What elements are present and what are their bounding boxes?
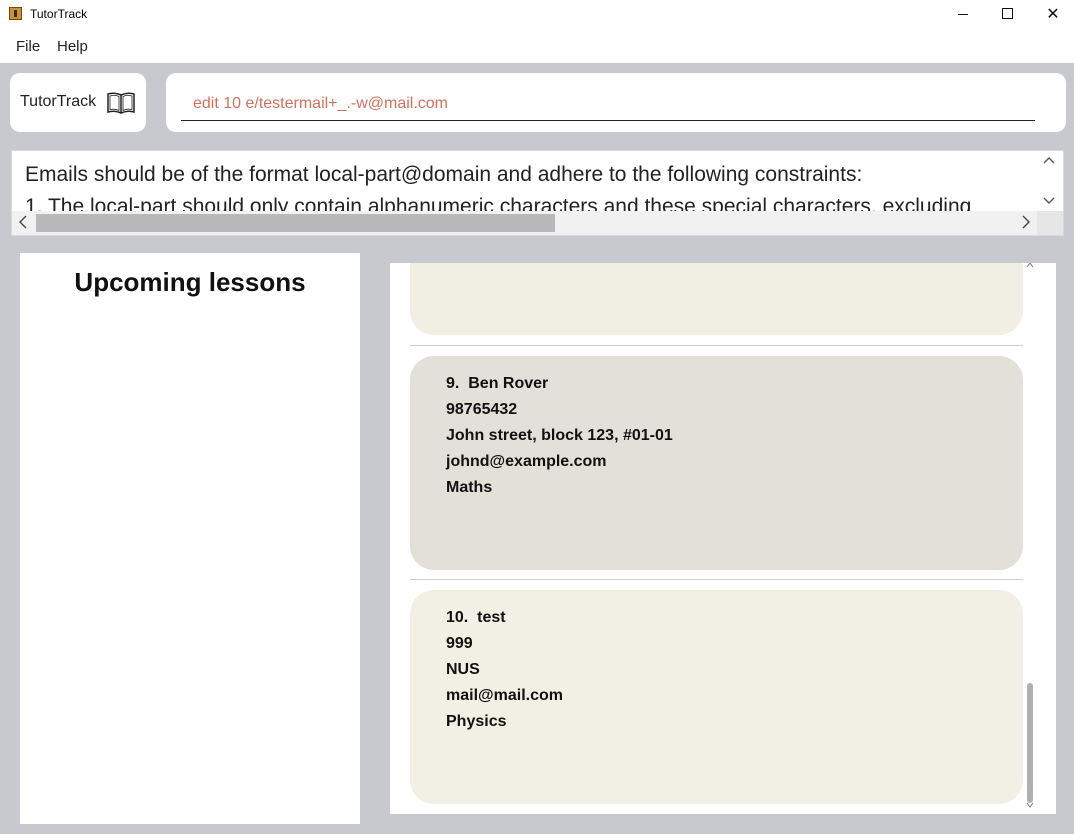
person-subject: Physics (446, 713, 507, 730)
person-email: mail@mail.com (446, 687, 563, 704)
result-display: Emails should be of the format local-par… (11, 150, 1064, 236)
person-address: John street, block 123, #01-01 (446, 427, 673, 444)
list-scroll-down-icon[interactable] (1026, 801, 1034, 809)
maximize-button[interactable] (984, 0, 1030, 30)
book-icon (107, 92, 135, 114)
upcoming-lessons-panel: Upcoming lessons (20, 253, 360, 824)
close-icon: ✕ (1046, 4, 1060, 23)
person-subject: Maths (446, 479, 493, 496)
person-phone: 98765432 (446, 401, 518, 418)
person-card[interactable]: 10. test 999 NUS mail@mail.com Physics (410, 590, 1023, 804)
result-horizontal-scrollbar[interactable] (12, 211, 1038, 235)
window-title: TutorTrack (30, 7, 88, 21)
window-titlebar: TutorTrack ✕ (0, 0, 1074, 30)
list-divider (410, 345, 1023, 346)
app-icon (9, 7, 22, 20)
person-email: johnd@example.com (446, 453, 607, 470)
close-button[interactable]: ✕ (1030, 0, 1074, 30)
person-card[interactable]: 9. Ben Rover 98765432 John street, block… (410, 356, 1023, 570)
list-scroll-thumb[interactable] (1027, 683, 1033, 803)
person-list[interactable]: 9. Ben Rover 98765432 John street, block… (390, 263, 1056, 814)
person-index-name: 10. test (446, 609, 506, 626)
scroll-corner (1037, 211, 1063, 235)
list-scroll-up-icon[interactable] (1026, 263, 1034, 269)
menu-file[interactable]: File (16, 38, 40, 55)
chevron-right-icon[interactable] (1020, 215, 1032, 229)
person-phone: 999 (446, 635, 473, 652)
chevron-left-icon[interactable] (17, 215, 29, 229)
command-input[interactable] (181, 88, 1035, 121)
lessons-title: Upcoming lessons (74, 267, 306, 297)
chevron-down-icon[interactable] (1043, 194, 1055, 206)
logo-box: TutorTrack (10, 73, 146, 132)
horizontal-scroll-thumb[interactable] (36, 214, 555, 232)
person-address: NUS (446, 661, 480, 678)
chevron-up-icon[interactable] (1043, 155, 1055, 167)
person-card-previous[interactable] (410, 263, 1023, 335)
list-divider (410, 579, 1023, 580)
menu-bar: File Help (0, 30, 1074, 63)
logo-text: TutorTrack (20, 93, 97, 110)
menu-help[interactable]: Help (57, 38, 88, 55)
command-box (166, 73, 1066, 132)
result-line-1: Emails should be of the format local-par… (25, 163, 863, 186)
minimize-button[interactable] (940, 0, 986, 30)
result-vertical-scrollbar[interactable] (1037, 151, 1063, 213)
person-index-name: 9. Ben Rover (446, 375, 549, 392)
